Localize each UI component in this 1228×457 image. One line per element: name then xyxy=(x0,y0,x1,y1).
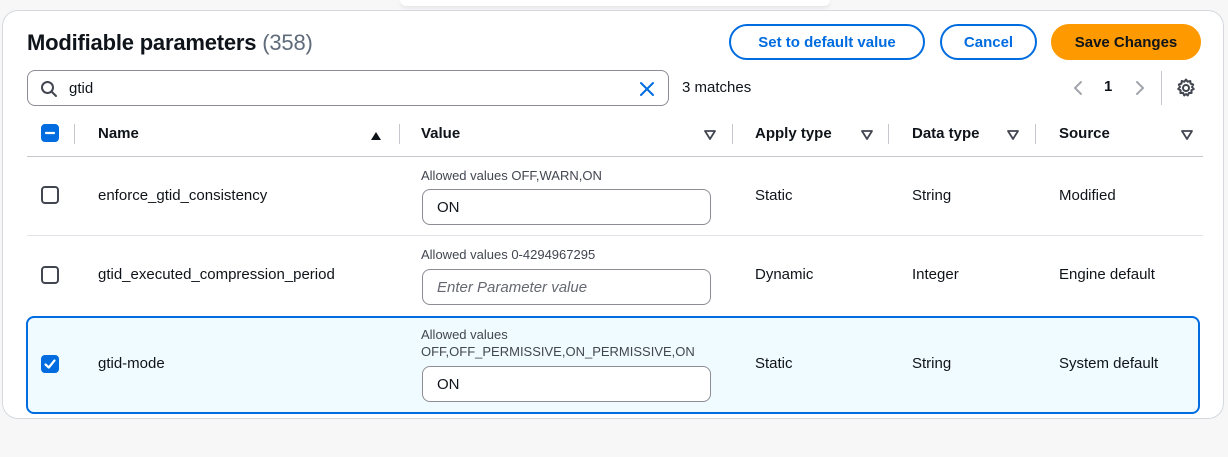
cancel-button[interactable]: Cancel xyxy=(940,24,1037,60)
column-divider xyxy=(74,124,75,144)
allowed-values-hint: Allowed values xyxy=(421,327,508,342)
apply-type: Dynamic xyxy=(755,266,814,283)
data-type: String xyxy=(912,187,952,204)
parameter-value-input[interactable]: Enter Parameter value xyxy=(422,269,711,305)
parameter-value-input[interactable]: ON xyxy=(422,366,711,402)
source: Modified xyxy=(1059,187,1116,204)
column-divider xyxy=(1035,124,1036,144)
column-header-name[interactable]: Name xyxy=(98,125,139,142)
chevron-left-icon[interactable] xyxy=(1071,79,1085,97)
data-type: Integer xyxy=(912,266,959,283)
sort-caret-icon[interactable] xyxy=(1181,130,1193,140)
column-header-apply-type[interactable]: Apply type xyxy=(755,125,832,142)
allowed-values-list: OFF,OFF_PERMISSIVE,ON_PERMISSIVE,ON xyxy=(421,344,695,359)
source: Engine default xyxy=(1059,266,1155,283)
search-icon xyxy=(41,81,57,97)
minus-icon xyxy=(44,131,56,135)
sort-ascending-icon[interactable] xyxy=(370,131,382,141)
parameter-name: enforce_gtid_consistency xyxy=(98,187,268,204)
sort-caret-icon[interactable] xyxy=(1007,130,1019,140)
page-title: Modifiable parameters (358) xyxy=(27,30,313,55)
row-checkbox[interactable] xyxy=(41,186,59,204)
parameter-value-input[interactable]: ON xyxy=(422,189,711,225)
checkmark-icon xyxy=(44,359,56,369)
close-icon[interactable] xyxy=(638,80,656,98)
parameter-name: gtid_executed_compression_period xyxy=(98,266,335,283)
save-changes-button[interactable]: Save Changes xyxy=(1051,24,1201,60)
search-value: gtid xyxy=(69,80,94,97)
set-to-default-button[interactable]: Set to default value xyxy=(729,24,925,60)
sort-caret-icon[interactable] xyxy=(704,130,716,140)
row-divider xyxy=(27,235,1203,236)
allowed-values-hint: Allowed values OFF,WARN,ON xyxy=(421,168,602,183)
header-divider xyxy=(27,156,1203,157)
allowed-values-hint: Allowed values 0-4294967295 xyxy=(421,247,596,262)
column-divider xyxy=(888,124,889,144)
pager-divider xyxy=(1161,71,1162,105)
apply-type: Static xyxy=(755,355,793,372)
sort-caret-icon[interactable] xyxy=(861,130,873,140)
apply-type: Static xyxy=(755,187,793,204)
data-type: String xyxy=(912,355,952,372)
parameter-name: gtid-mode xyxy=(98,355,165,372)
column-header-value[interactable]: Value xyxy=(421,125,460,142)
row-checkbox[interactable] xyxy=(41,355,59,373)
match-count: 3 matches xyxy=(682,79,752,96)
column-divider xyxy=(732,124,733,144)
source: System default xyxy=(1059,355,1159,372)
search-input[interactable]: gtid xyxy=(27,70,669,106)
background-modal-edge xyxy=(400,0,830,6)
column-divider xyxy=(399,124,400,144)
parameters-panel: Modifiable parameters (358) Set to defau… xyxy=(2,10,1224,419)
row-checkbox[interactable] xyxy=(41,266,59,284)
current-page[interactable]: 1 xyxy=(1104,78,1112,95)
chevron-right-icon[interactable] xyxy=(1133,79,1147,97)
gear-icon[interactable] xyxy=(1176,78,1196,98)
column-header-source[interactable]: Source xyxy=(1059,125,1110,142)
select-all-checkbox[interactable] xyxy=(41,124,59,142)
parameter-count: (358) xyxy=(262,30,313,55)
column-header-data-type[interactable]: Data type xyxy=(912,125,980,142)
